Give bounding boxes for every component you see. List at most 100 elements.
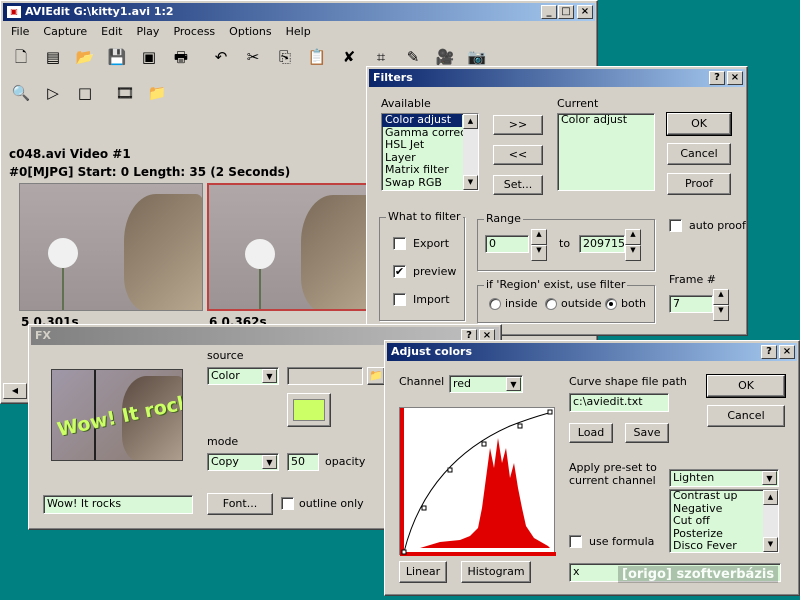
preset-select[interactable]: Lighten ▼ (669, 469, 779, 487)
save-icon[interactable]: 💾 (105, 45, 129, 69)
filters-title: Filters (373, 71, 413, 84)
range-from-spinner[interactable]: ▲ ▼ (531, 229, 547, 261)
channel-select[interactable]: red ▼ (449, 375, 523, 393)
export-checkbox[interactable] (393, 237, 406, 250)
menu-help[interactable]: Help (286, 25, 311, 38)
preset-scrollbar[interactable]: ▲ ▼ (763, 490, 778, 552)
menu-capture[interactable]: Capture (43, 25, 87, 38)
preset-list[interactable]: Contrast up Negative Cut off Posterize Disco… (669, 489, 779, 553)
color-picker-button[interactable] (287, 393, 331, 427)
cut-icon[interactable]: ✂ (241, 45, 265, 69)
list-item[interactable]: Color adjust (558, 114, 654, 127)
filters-help-button[interactable]: ? (709, 71, 725, 85)
paste-icon[interactable]: 📋 (305, 45, 329, 69)
minimize-button[interactable]: _ (541, 5, 557, 19)
adjust-close-button[interactable]: × (779, 345, 795, 359)
play-icon[interactable]: ▷ (41, 81, 65, 105)
bmp-icon[interactable]: ▤ (41, 45, 65, 69)
frame-number-spinner[interactable]: ▲ ▼ (713, 289, 729, 321)
scroll-down-icon: ▼ (763, 537, 778, 552)
adjust-titlebar[interactable]: Adjust colors (387, 343, 797, 361)
maximize-button[interactable]: □ (558, 5, 574, 19)
video-frame-1[interactable] (19, 183, 203, 311)
fx-text-input[interactable]: Wow! It rocks (43, 495, 193, 514)
filmstrip-icon[interactable]: 🎞 (113, 81, 137, 105)
auto-proof-checkbox[interactable] (669, 219, 682, 232)
horizontal-scrollbar[interactable]: ◀ (3, 383, 27, 399)
list-item[interactable]: Swap RGB (382, 176, 462, 190)
curve-point[interactable] (421, 505, 427, 511)
copy-icon[interactable]: ⎘ (273, 45, 297, 69)
curve-point[interactable] (447, 467, 453, 473)
open-icon[interactable]: 📂 (73, 45, 97, 69)
filters-cancel-button[interactable]: Cancel (667, 143, 731, 165)
remove-filter-button[interactable]: << (493, 145, 543, 165)
curve-point[interactable] (481, 441, 487, 447)
current-list[interactable]: Color adjust (557, 113, 655, 191)
filters-ok-button[interactable]: OK (666, 112, 732, 136)
list-item[interactable]: HSL Jet (382, 138, 462, 152)
curve-point[interactable] (547, 409, 553, 415)
source-select[interactable]: Color ▼ (207, 367, 279, 385)
available-label: Available (381, 97, 431, 110)
range-to-input[interactable]: 209715 (579, 235, 625, 253)
menu-edit[interactable]: Edit (101, 25, 122, 38)
range-from-input[interactable]: 0 (485, 235, 529, 253)
menu-bar: File Capture Edit Play Process Options Help (11, 25, 325, 38)
folder-icon[interactable]: 📁 (145, 81, 169, 105)
available-list[interactable]: Color adjust Gamma correction HSL Jet Layer… (381, 113, 479, 191)
magnifier-icon[interactable]: 🔍 (9, 81, 33, 105)
new-icon[interactable]: 🗋 (9, 45, 33, 69)
stop-icon[interactable]: □ (73, 81, 97, 105)
proof-button[interactable]: Proof (667, 173, 731, 195)
list-item[interactable]: Matrix filter (382, 163, 462, 177)
curve-editor[interactable] (399, 407, 556, 556)
import-checkbox[interactable] (393, 293, 406, 306)
menu-process[interactable]: Process (173, 25, 215, 38)
filters-close-button[interactable]: × (727, 71, 743, 85)
inside-radio[interactable] (489, 298, 501, 310)
browse-folder-button[interactable]: 📁 (367, 367, 385, 385)
opacity-input[interactable]: 50 (287, 453, 319, 471)
curve-file-input[interactable]: c:\aviedit.txt (569, 393, 669, 412)
histogram-button[interactable]: Histogram (461, 561, 531, 583)
menu-file[interactable]: File (11, 25, 29, 38)
set-filter-button[interactable]: Set... (493, 175, 543, 195)
curve-point[interactable] (401, 549, 407, 555)
delete-icon[interactable]: ✘ (337, 45, 361, 69)
video-frame-2[interactable] (207, 183, 371, 311)
filters-titlebar[interactable]: Filters (369, 69, 745, 87)
list-item[interactable]: Contrast up (670, 490, 762, 503)
print-icon[interactable]: 🖶 (169, 45, 193, 69)
undo-icon[interactable]: ↶ (209, 45, 233, 69)
adjust-cancel-button[interactable]: Cancel (707, 405, 785, 427)
adjust-ok-button[interactable]: OK (706, 374, 786, 398)
range-to-spinner[interactable]: ▲ ▼ (625, 229, 641, 261)
spin-down-icon: ▼ (713, 305, 729, 321)
outline-only-checkbox[interactable] (281, 497, 294, 510)
outside-radio[interactable] (545, 298, 557, 310)
font-button[interactable]: Font... (207, 493, 273, 515)
video-info: #0[MJPG] Start: 0 Length: 35 (2 Seconds) (9, 165, 291, 179)
menu-options[interactable]: Options (229, 25, 271, 38)
available-scrollbar[interactable]: ▲ ▼ (463, 114, 478, 190)
export-icon[interactable]: ▣ (137, 45, 161, 69)
list-item[interactable]: Disco Fever (670, 539, 762, 552)
save-curve-button[interactable]: Save (625, 423, 669, 443)
close-button[interactable]: × (577, 5, 593, 19)
list-item[interactable]: Color adjust (382, 114, 462, 127)
both-radio[interactable] (605, 298, 617, 310)
curve-point[interactable] (517, 423, 523, 429)
menu-play[interactable]: Play (136, 25, 159, 38)
main-titlebar[interactable]: ▣ AVIEdit G:\kitty1.avi 1:2 (3, 3, 595, 21)
adjust-help-button[interactable]: ? (761, 345, 777, 359)
frame-number-input[interactable]: 7 (669, 295, 713, 313)
preview-checkbox[interactable]: ✔ (393, 265, 406, 278)
source-path-field[interactable] (287, 367, 363, 385)
add-filter-button[interactable]: >> (493, 115, 543, 135)
mode-select[interactable]: Copy ▼ (207, 453, 279, 471)
list-item[interactable]: Cut off (670, 514, 762, 528)
load-button[interactable]: Load (569, 423, 613, 443)
linear-button[interactable]: Linear (399, 561, 447, 583)
use-formula-checkbox[interactable] (569, 535, 582, 548)
